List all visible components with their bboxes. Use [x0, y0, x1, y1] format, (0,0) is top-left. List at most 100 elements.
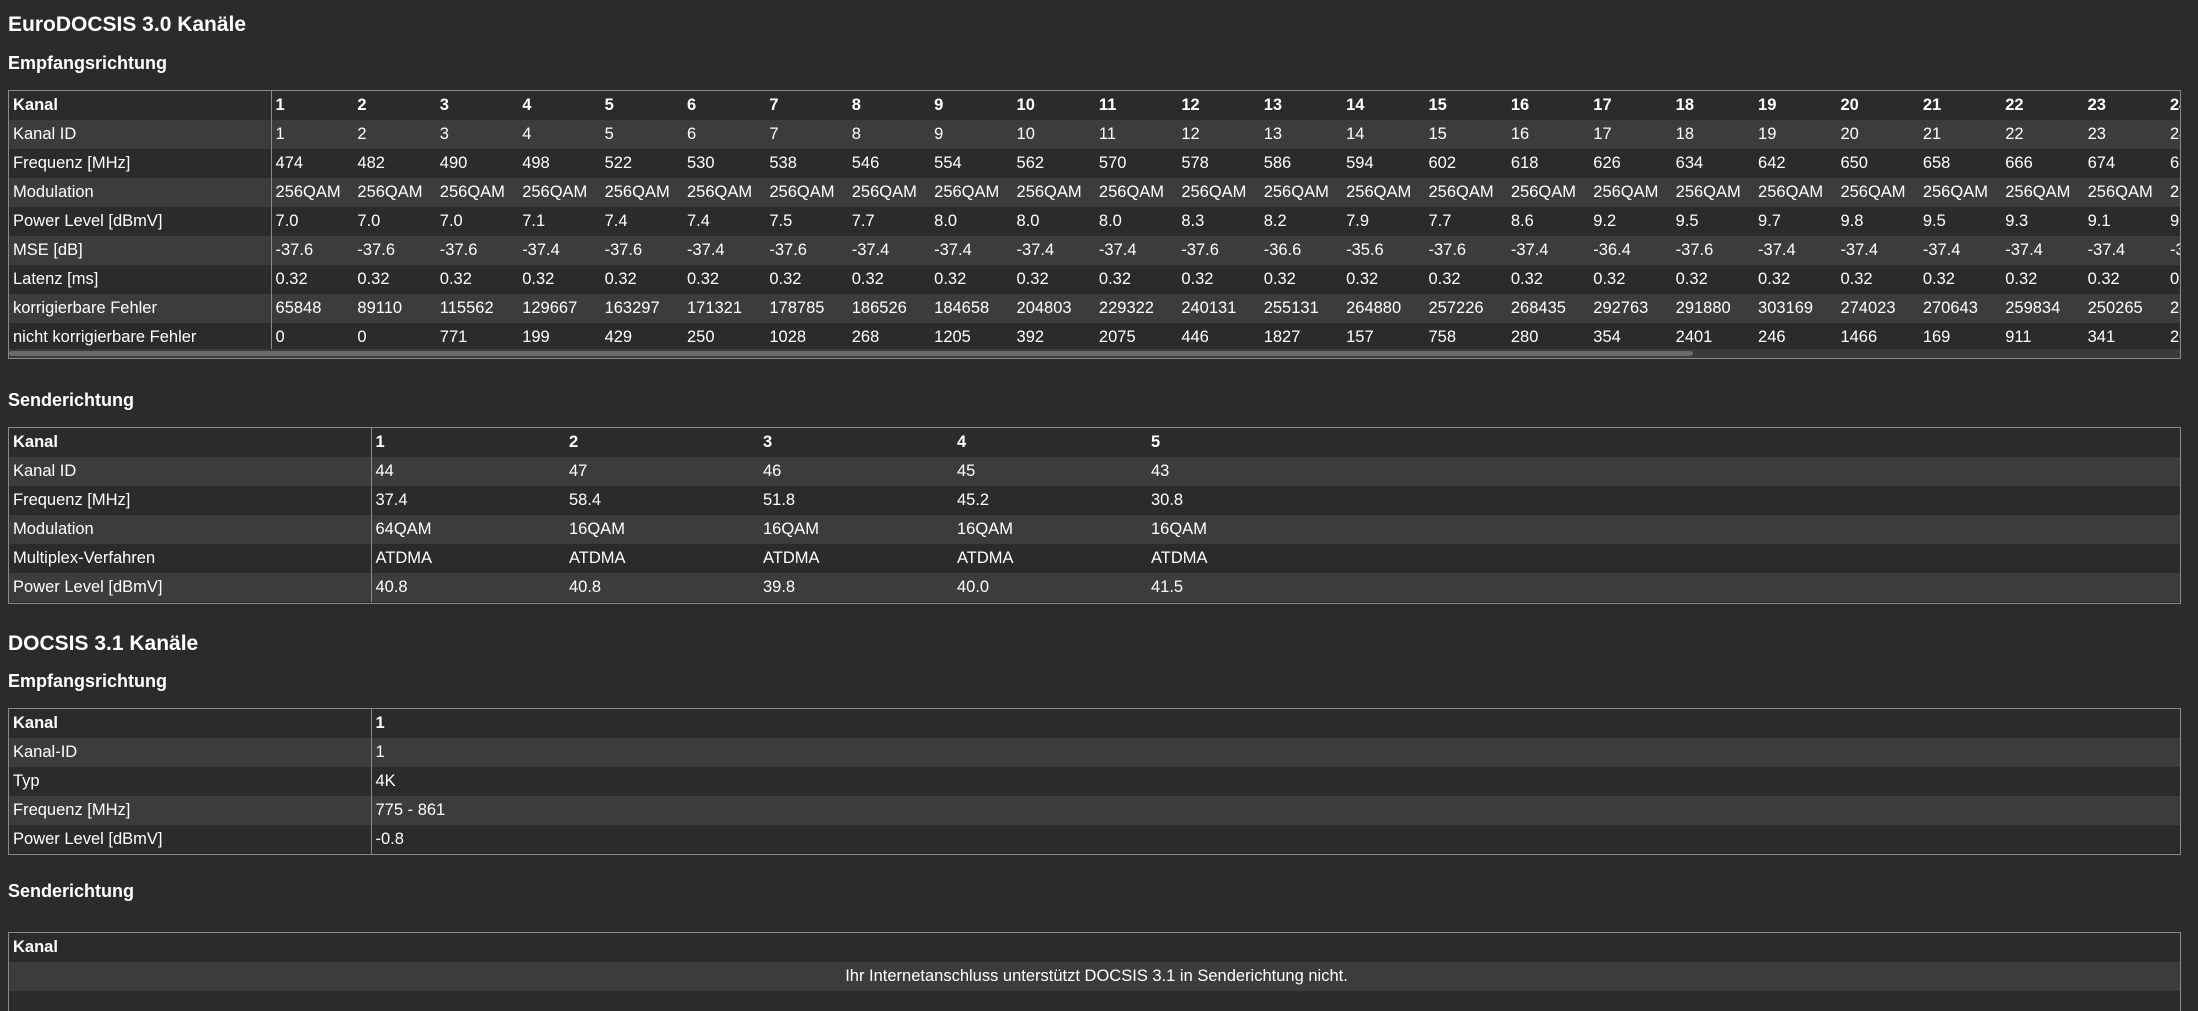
- channel-number: 20: [1836, 91, 1919, 120]
- table-cell: -37.6: [1424, 236, 1507, 265]
- table-cell: -36.6: [1259, 236, 1343, 265]
- docsis31-upstream-table: Kanal Ihr Internetanschluss unterstützt …: [9, 933, 2180, 991]
- table-cell: 1: [371, 738, 565, 767]
- row-label: Modulation: [9, 515, 372, 544]
- channel-number: 2: [353, 91, 436, 120]
- row-label: Modulation: [9, 178, 272, 207]
- table-header-kanal: Kanal: [9, 709, 372, 738]
- row-label: Power Level [dBmV]: [9, 207, 272, 236]
- channel-number: 21: [1918, 91, 2002, 120]
- filler-cell: [565, 796, 2180, 825]
- channel-number: 16: [1506, 91, 1590, 120]
- filler-cell: [565, 825, 2180, 854]
- table-cell: 240131: [1177, 294, 1260, 323]
- table-cell: 0.32: [1259, 265, 1343, 294]
- table-cell: 578: [1177, 149, 1260, 178]
- table-cell: 20: [1836, 120, 1919, 149]
- table-cell: ATDMA: [565, 544, 759, 573]
- table-cell: 8: [847, 120, 931, 149]
- table-header-kanal: Kanal: [9, 428, 372, 457]
- docsis31-upstream-note: Ihr Internetanschluss unterstützt DOCSIS…: [9, 962, 2180, 991]
- horizontal-scrollbar[interactable]: [9, 349, 2180, 358]
- table-cell: 666: [2001, 149, 2084, 178]
- table-row: Multiplex-Verfahren ATDMA ATDMA ATDMA ATDMA A…: [9, 544, 2180, 573]
- docsis31-downstream-heading: Empfangsrichtung: [8, 671, 168, 691]
- row-label: Frequenz [MHz]: [9, 149, 272, 178]
- docsis30-upstream-table-container: Kanal 1 2 3 4 5 Kanal ID 44 47 46 45 43 Frequenz [MH…: [8, 427, 2181, 604]
- filler-cell: [1341, 486, 2180, 515]
- table-cell: 7.5: [765, 207, 848, 236]
- row-label: nicht korrigierbare Fehler: [9, 323, 272, 352]
- table-cell: -37.4: [930, 236, 1013, 265]
- table-cell: 0.32: [1177, 265, 1260, 294]
- channel-number: 10: [1012, 91, 1095, 120]
- scrollbar-thumb[interactable]: [9, 351, 1693, 356]
- table-cell: 256QAM: [765, 178, 848, 207]
- table-cell: 0.32: [1671, 265, 1755, 294]
- table-cell: 9.2: [1589, 207, 1672, 236]
- table-cell: 8.0: [1094, 207, 1178, 236]
- table-cell: 24: [2166, 120, 2180, 149]
- table-cell: 8.0: [930, 207, 1013, 236]
- table-cell: 256QAM: [1836, 178, 1919, 207]
- table-row: MSE [dB] -37.6 -37.6 -37.6 -37.4 -37.6 -37.4 -3…: [9, 236, 2180, 265]
- table-cell: -37.6: [1177, 236, 1260, 265]
- table-cell: 0.32: [2083, 265, 2166, 294]
- table-cell: -37: [2166, 236, 2180, 265]
- table-cell: 256QAM: [2083, 178, 2166, 207]
- table-cell: 634: [1671, 149, 1755, 178]
- table-cell: 7.7: [1424, 207, 1507, 236]
- table-cell: 8.2: [1259, 207, 1343, 236]
- channel-number: 12: [1177, 91, 1260, 120]
- table-row: Kanal ID 44 47 46 45 43: [9, 457, 2180, 486]
- table-cell: 256QAM: [271, 178, 354, 207]
- table-header-kanal: Kanal: [9, 91, 272, 120]
- table-cell: 8.0: [1012, 207, 1095, 236]
- table-cell: 256QAM: [847, 178, 931, 207]
- table-header-kanal: Kanal: [9, 933, 2180, 962]
- channel-number: 18: [1671, 91, 1755, 120]
- table-cell: 0.32: [1094, 265, 1178, 294]
- row-label: korrigierbare Fehler: [9, 294, 272, 323]
- row-label: Frequenz [MHz]: [9, 796, 372, 825]
- table-cell: 21: [1918, 120, 2002, 149]
- table-cell: 0.32: [1342, 265, 1425, 294]
- table-cell: 256QAM: [435, 178, 519, 207]
- table-cell: 259834: [2001, 294, 2084, 323]
- table-cell: 23: [2083, 120, 2166, 149]
- table-cell: 303169: [1754, 294, 1837, 323]
- table-cell: -37.4: [1094, 236, 1178, 265]
- table-cell: 9.1: [2166, 207, 2180, 236]
- table-cell: 0.32: [518, 265, 601, 294]
- table-cell: 1: [271, 120, 354, 149]
- docsis30-downstream-table-container[interactable]: Kanal 1 2 3 4 5 6 7 8 9 10 11 12 13 14 15 16 17 18 19 20 21 22…: [8, 90, 2181, 359]
- table-cell: 9.5: [1671, 207, 1755, 236]
- table-cell: 40.8: [371, 573, 565, 602]
- table-row: Power Level [dBmV] 40.8 40.8 39.8 40.0 41.5: [9, 573, 2180, 602]
- table-cell: 775 - 861: [371, 796, 565, 825]
- table-cell: ATDMA: [371, 544, 565, 573]
- filler-cell: [1341, 428, 2180, 457]
- table-cell: 9.3: [2001, 207, 2084, 236]
- channel-number: 13: [1259, 91, 1343, 120]
- table-row: Modulation 64QAM 16QAM 16QAM 16QAM 16QAM: [9, 515, 2180, 544]
- docsis30-title: EuroDOCSIS 3.0 Kanäle: [8, 13, 247, 36]
- table-cell: -37.6: [1671, 236, 1755, 265]
- table-cell: 256QAM: [1918, 178, 2002, 207]
- channel-number: 14: [1342, 91, 1425, 120]
- channel-number: 19: [1754, 91, 1837, 120]
- table-cell: 0.32: [435, 265, 519, 294]
- table-row: Modulation 256QAM 256QAM 256QAM 256QAM 256QAM…: [9, 178, 2180, 207]
- table-cell: 3: [435, 120, 519, 149]
- channel-number: 24: [2166, 91, 2180, 120]
- table-cell: 0.32: [2001, 265, 2084, 294]
- table-cell: 354: [1589, 323, 1672, 352]
- table-cell: 256QAM: [518, 178, 601, 207]
- channel-number: 4: [518, 91, 601, 120]
- table-row: Power Level [dBmV] 7.0 7.0 7.0 7.1 7.4 7.4 7.5 7…: [9, 207, 2180, 236]
- channel-number: 4: [953, 428, 1147, 457]
- table-cell: 16: [1506, 120, 1590, 149]
- table-cell: -35.6: [1342, 236, 1425, 265]
- table-row: nicht korrigierbare Fehler 0 0 771 199 429 250…: [9, 323, 2180, 352]
- table-cell: 15: [1424, 120, 1507, 149]
